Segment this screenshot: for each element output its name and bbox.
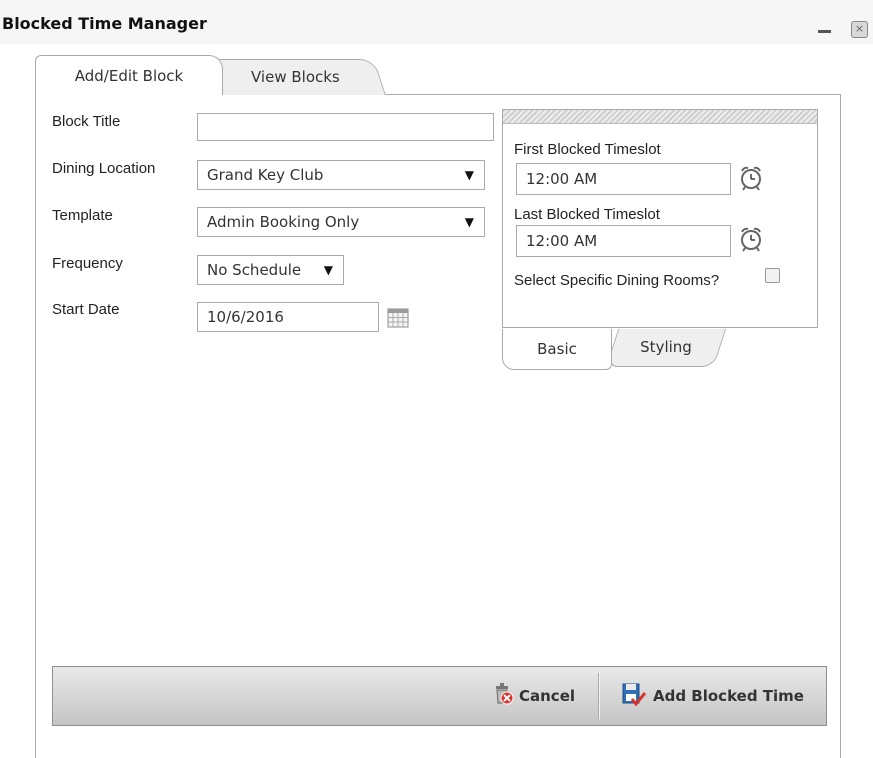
- last-timeslot-label: Last Blocked Timeslot: [514, 206, 660, 223]
- dining-rooms-label: Select Specific Dining Rooms?: [514, 272, 720, 289]
- add-blocked-time-label: Add Blocked Time: [653, 687, 804, 705]
- chevron-down-icon: ▼: [464, 168, 474, 182]
- template-value: Admin Booking Only: [207, 213, 360, 231]
- minimize-icon[interactable]: [818, 30, 831, 33]
- tab-basic-label: Basic: [537, 340, 577, 358]
- start-date-input[interactable]: 10/6/2016: [197, 302, 379, 332]
- tab-view-blocks-label: View Blocks: [250, 68, 340, 86]
- footer-divider: [598, 673, 599, 719]
- cancel-button[interactable]: Cancel: [493, 667, 593, 725]
- frequency-select[interactable]: No Schedule ▼: [197, 255, 344, 285]
- close-icon[interactable]: ×: [851, 21, 868, 38]
- add-blocked-time-button[interactable]: Add Blocked Time: [621, 667, 811, 725]
- chevron-down-icon: ▼: [464, 215, 474, 229]
- frequency-value: No Schedule: [207, 261, 302, 279]
- add-blocked-time-icon: [622, 683, 647, 707]
- tab-styling[interactable]: Styling: [605, 329, 727, 367]
- window-title-bar: Blocked Time Manager ×: [0, 0, 873, 44]
- calendar-icon[interactable]: [387, 308, 409, 328]
- block-title-input[interactable]: [197, 113, 494, 141]
- first-timeslot-label: First Blocked Timeslot: [514, 141, 661, 158]
- window-title: Blocked Time Manager: [2, 14, 207, 33]
- tab-add-edit-block[interactable]: Add/Edit Block: [35, 55, 223, 95]
- tab-panel-border: [35, 94, 36, 758]
- chevron-down-icon: ▼: [323, 263, 333, 277]
- tab-add-edit-block-label: Add/Edit Block: [74, 67, 184, 85]
- dining-rooms-checkbox[interactable]: [765, 268, 780, 283]
- template-select[interactable]: Admin Booking Only ▼: [197, 207, 485, 237]
- trash-cancel-icon: [496, 683, 514, 705]
- frequency-label: Frequency: [52, 255, 123, 272]
- tab-styling-label: Styling: [640, 338, 692, 356]
- clock-icon[interactable]: [738, 165, 764, 191]
- block-title-label: Block Title: [52, 113, 121, 130]
- clock-icon[interactable]: [738, 226, 764, 252]
- tab-panel-border: [379, 94, 841, 95]
- panel-header-hatch: [503, 110, 817, 124]
- first-timeslot-input[interactable]: 12:00 AM: [516, 163, 731, 195]
- tab-panel-border: [840, 94, 841, 758]
- dining-location-label: Dining Location: [52, 160, 156, 177]
- cancel-button-label: Cancel: [519, 687, 576, 705]
- tab-basic[interactable]: Basic: [502, 329, 612, 370]
- dining-location-value: Grand Key Club: [207, 166, 324, 184]
- start-date-label: Start Date: [52, 301, 120, 318]
- dining-location-select[interactable]: Grand Key Club ▼: [197, 160, 485, 190]
- last-timeslot-input[interactable]: 12:00 AM: [516, 225, 731, 257]
- tab-view-blocks[interactable]: View Blocks: [204, 59, 386, 95]
- action-bar: Cancel Add Blocked Time: [52, 666, 827, 726]
- template-label: Template: [52, 207, 113, 224]
